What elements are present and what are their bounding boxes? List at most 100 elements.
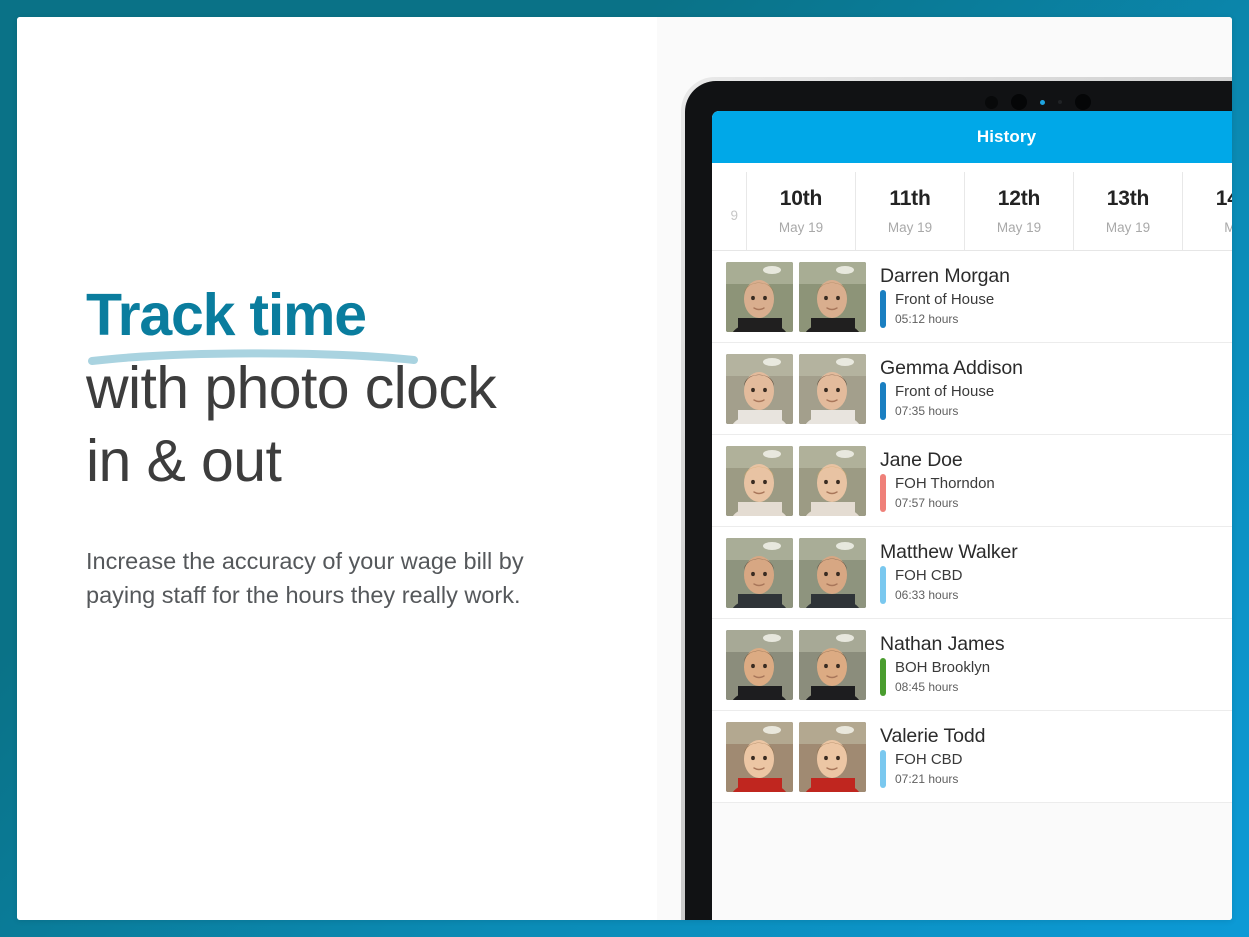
date-tab-month: May 19 [996,220,1042,235]
history-entry-row[interactable]: Jane Doe FOH Thorndon 07:57 hours [712,435,1232,527]
page-title: Track time with photo clock in & out [86,279,626,498]
role-color-bar [880,382,886,421]
date-tab[interactable]: 12th May 19 [964,172,1073,250]
promo-slide: Track time with photo clock in & out Inc… [0,0,1249,937]
darren-clock-in-photo[interactable] [726,261,793,332]
history-list[interactable]: Darren Morgan Front of House 05:12 hours Ge… [712,251,1232,920]
employee-role: FOH CBD [895,751,963,769]
matthew-clock-out-photo[interactable] [799,537,866,608]
history-entry-row[interactable]: Matthew Walker FOH CBD 06:33 hours [712,527,1232,619]
camera-lens-icon [1011,94,1027,110]
content-card: Track time with photo clock in & out Inc… [17,17,1232,920]
entry-sub-text-block: FOH Thorndon 07:57 hours [895,474,995,512]
employee-role: FOH Thorndon [895,475,995,493]
date-tab[interactable]: 13th May 19 [1073,172,1182,250]
date-tab-day: 13th [1106,187,1150,210]
clock-photos [726,629,866,700]
employee-name: Jane Doe [880,448,963,471]
app-header: History [712,111,1232,163]
employee-role: BOH Brooklyn [895,659,991,677]
entry-text-block: Gemma Addison Front of House 07:35 hours [880,356,1023,421]
marketing-subcopy: Increase the accuracy of your wage bill … [86,548,524,608]
date-tab-day: 10th [779,187,823,210]
matthew-clock-in-photo[interactable] [726,537,793,608]
entry-sub-text-block: Front of House 05:12 hours [895,290,994,328]
history-entry-row[interactable]: Valerie Todd FOH CBD 07:21 hours [712,711,1232,803]
entry-details: Valerie Todd FOH CBD 07:21 hours [880,724,1232,789]
camera-lens-icon [1075,94,1091,110]
ambient-sensor-icon [1058,100,1062,104]
gemma-clock-in-photo[interactable] [726,353,793,424]
entry-sub-row: FOH Thorndon 07:57 hours [880,474,995,513]
employee-role: FOH CBD [895,567,963,585]
entry-sub-row: Front of House 05:12 hours [880,290,1010,329]
employee-name: Nathan James [880,632,1005,655]
darren-clock-out-photo[interactable] [799,261,866,332]
date-strip[interactable]: 9 10th May 19 11th May 19 12th May 19 13th May 1… [712,172,1232,250]
clock-photos [726,353,866,424]
date-tab[interactable]: 11th May 19 [855,172,964,250]
entry-details: Darren Morgan Front of House 05:12 hours [880,264,1232,329]
app-screen: History 9 10th May 19 11th May 19 12th May 19 1… [712,111,1232,920]
clock-photos [726,261,866,332]
entry-text-block: Nathan James BOH Brooklyn 08:45 hours [880,632,1005,697]
date-tab[interactable]: 9 [712,172,746,250]
employee-role: Front of House [895,291,995,309]
role-color-bar [880,290,886,329]
valerie-clock-out-photo[interactable] [799,721,866,792]
history-entry-row[interactable]: Darren Morgan Front of House 05:12 hours [712,251,1232,343]
app-title: History [976,127,1037,146]
employee-role: Front of House [895,383,995,401]
entry-sub-row: FOH CBD 06:33 hours [880,566,1018,605]
hours-worked: 06:33 hours [895,587,959,602]
headline-underline-icon [88,349,418,366]
tablet-bezel: History 9 10th May 19 11th May 19 12th May 19 1… [685,81,1232,920]
jane-clock-out-photo[interactable] [799,445,866,516]
entry-text-block: Jane Doe FOH Thorndon 07:57 hours [880,448,995,513]
entry-details: Gemma Addison Front of House 07:35 hours [880,356,1232,421]
date-tab-month: 9 [730,208,738,223]
employee-name: Gemma Addison [880,356,1023,379]
headline-line-3: in & out [86,428,282,495]
history-entry-row[interactable]: Nathan James BOH Brooklyn 08:45 hours [712,619,1232,711]
entry-sub-text-block: Front of House 07:35 hours [895,382,994,420]
employee-name: Valerie Todd [880,724,986,747]
entry-sub-text-block: FOH CBD 07:21 hours [895,750,963,788]
role-color-bar [880,566,886,605]
date-tab-month: May 19 [1105,220,1151,235]
history-entries: Darren Morgan Front of House 05:12 hours Ge… [712,251,1232,803]
hours-worked: 05:12 hours [895,311,959,326]
clock-photos [726,537,866,608]
role-color-bar [880,750,886,789]
date-tab[interactable]: 10th May 19 [746,172,855,250]
date-tab-day: 11th [889,187,931,210]
headline-accent-wrap: Track time [86,279,418,366]
entry-details: Jane Doe FOH Thorndon 07:57 hours [880,448,1232,513]
entry-details: Matthew Walker FOH CBD 06:33 hours [880,540,1232,605]
date-tab-day: 14th [1215,187,1232,210]
valerie-clock-in-photo[interactable] [726,721,793,792]
date-tab[interactable]: 14th May [1182,172,1232,250]
entry-sub-row: FOH CBD 07:21 hours [880,750,985,789]
role-color-bar [880,658,886,697]
entry-sub-row: Front of House 07:35 hours [880,382,1023,421]
entry-sub-text-block: FOH CBD 06:33 hours [895,566,963,604]
camera-array [985,92,1155,112]
headline-accent-text: Track time [86,282,367,348]
list-empty-area [712,803,1232,920]
date-tab-day: 12th [997,187,1041,210]
employee-name: Matthew Walker [880,540,1018,563]
date-tab-month: May 19 [778,220,824,235]
jane-clock-in-photo[interactable] [726,445,793,516]
tablet-device: History 9 10th May 19 11th May 19 12th May 19 1… [681,77,1232,920]
employee-name: Darren Morgan [880,264,1010,287]
hours-worked: 07:21 hours [895,771,959,786]
clock-photos [726,445,866,516]
nathan-clock-out-photo[interactable] [799,629,866,700]
history-entry-row[interactable]: Gemma Addison Front of House 07:35 hours [712,343,1232,435]
entry-details: Nathan James BOH Brooklyn 08:45 hours [880,632,1232,697]
hours-worked: 07:57 hours [895,495,959,510]
entry-sub-row: BOH Brooklyn 08:45 hours [880,658,1005,697]
nathan-clock-in-photo[interactable] [726,629,793,700]
gemma-clock-out-photo[interactable] [799,353,866,424]
